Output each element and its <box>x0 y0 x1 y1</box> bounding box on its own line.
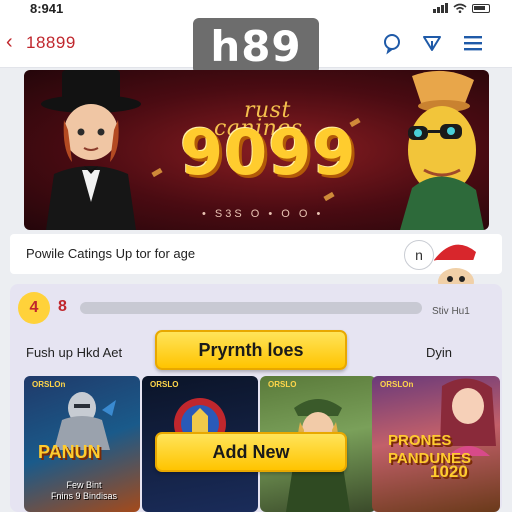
status-bar: 8:941 <box>0 0 512 18</box>
status-time: 8:941 <box>30 1 64 16</box>
chat-bubble-icon[interactable] <box>380 31 404 55</box>
card-year: 1020 <box>430 462 468 481</box>
wifi-icon <box>453 3 467 13</box>
banner-carousel-dots: • S3S O • O O • <box>202 208 324 220</box>
card-tag: ORSLOn <box>380 380 414 389</box>
knight-character-illustration <box>54 392 116 450</box>
card-tag: ORSLO <box>268 380 297 389</box>
progress-bar <box>80 302 422 314</box>
brand-logo: h89 <box>193 18 319 74</box>
magician-character-illustration <box>41 70 141 230</box>
send-icon[interactable] <box>420 31 444 55</box>
card-subtitle: Few Bint Fnins 9 Bindisas <box>50 480 118 501</box>
mascot-caption: Stiv Hu1 <box>432 306 470 317</box>
header-number: 18899 <box>26 33 76 52</box>
status-icons <box>433 3 490 13</box>
battery-icon <box>472 4 490 13</box>
notice-text: Powile Catings Up tor for age <box>26 246 196 261</box>
chef-character-illustration <box>400 70 484 230</box>
promo-banner[interactable]: rust canines 9099 • S3S O • O O • <box>24 70 489 230</box>
game-card[interactable]: ORSLOn PANUN Few Bint Fnins 9 Bindisas <box>24 376 140 512</box>
add-new-button[interactable]: Add New <box>155 432 347 472</box>
game-card[interactable]: ORSLOn PRONES PANDUNES 1020 <box>372 376 500 512</box>
logo-text: h89 <box>210 21 302 71</box>
card-tag: ORSLOn <box>32 380 66 389</box>
level-badge: 4 <box>18 292 50 324</box>
banner-amount: 9099 <box>180 116 357 189</box>
card-title: PANUN <box>38 442 101 462</box>
primary-action-button[interactable]: Pryrnth loes <box>155 330 347 370</box>
back-chevron-icon[interactable]: ‹ <box>6 32 13 52</box>
card-tag: ORSLO <box>150 380 179 389</box>
level-count: 8 <box>58 298 67 315</box>
signal-icon <box>433 3 448 13</box>
section-left-label: Fush up Hkd Aet <box>26 345 123 360</box>
menu-icon[interactable] <box>461 31 485 55</box>
section-right-label: Dyin <box>426 345 453 360</box>
